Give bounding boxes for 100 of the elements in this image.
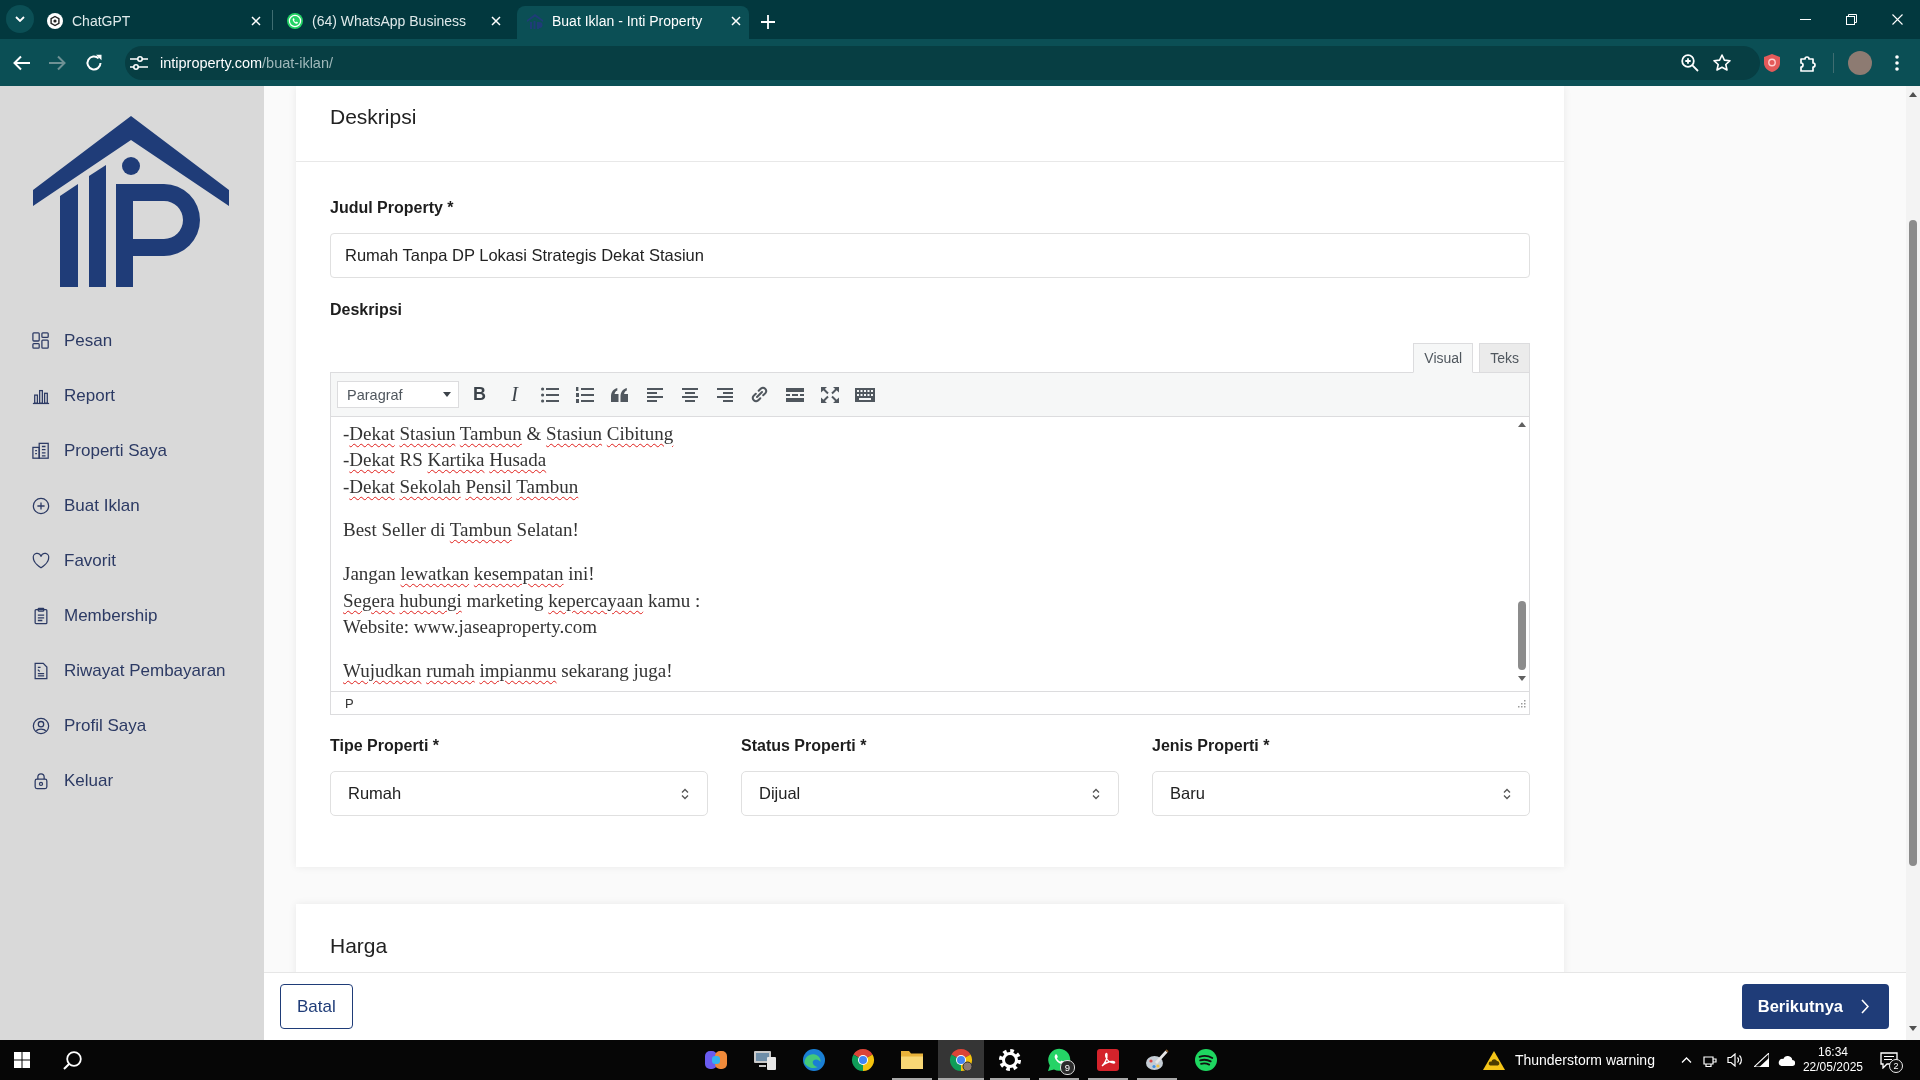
plus-circle-icon [32,496,50,515]
align-left-icon[interactable] [646,387,663,402]
resize-grip-icon[interactable] [1517,698,1526,708]
editor-paragraph: Wujudkan rumah impianmu sekarang juga! [343,658,673,683]
circle-logo-icon [47,13,63,29]
palette-brush-icon [1145,1048,1169,1072]
sidebar-item[interactable]: Report [0,368,124,423]
gear-icon [998,1048,1022,1072]
section-title: Deskripsi [330,104,417,130]
start-icon[interactable] [14,1052,30,1068]
lock-icon [32,771,50,790]
house-logo-icon [527,13,543,29]
chevron-right-icon [1861,999,1869,1014]
chevron-up-icon[interactable] [1680,1057,1692,1063]
folder-icon [900,1048,924,1072]
scrollbar-thumb[interactable] [1909,220,1917,866]
reload-icon[interactable] [85,53,103,72]
network-icon[interactable] [1702,1053,1718,1067]
bold-button[interactable]: B [462,379,497,410]
plus-icon[interactable] [761,15,775,29]
field-label: Deskripsi [330,300,403,320]
section-title: Harga [330,933,388,959]
sidebar-item[interactable]: Pesan [0,313,121,368]
format-select[interactable]: Paragraf [337,381,459,408]
close-icon[interactable] [731,16,741,26]
align-center-icon[interactable] [681,387,698,402]
browser-tab[interactable]: (64) WhatsApp Business [277,6,509,39]
browser-tab[interactable]: Buat Iklan - Inti Property [517,6,749,39]
scroll-up-arrow-icon[interactable] [1909,92,1917,97]
editor-paragraph: Best Seller di Tambun Selatan! [343,518,579,543]
clock-date[interactable]: 22/05/2025 [1802,1060,1863,1075]
align-right-icon[interactable] [716,387,733,402]
keyboard-icon[interactable] [854,387,875,402]
back-arrow-icon[interactable] [13,54,31,71]
volume-icon[interactable] [1726,1053,1743,1067]
zoom-in-icon[interactable] [1681,53,1699,72]
browser-icon [851,1048,875,1072]
sidebar-item[interactable]: Keluar [0,753,122,808]
quote-icon[interactable] [611,387,628,402]
editor-paragraph: Jangan lewatkan kesempatan ini! Segera hubungi marketing kepercayaan kamu : Website: www.jaseaproperty.com [343,562,701,639]
minimize-icon[interactable] [1799,19,1811,20]
document-icon [32,661,50,680]
italic-button[interactable]: I [497,379,532,410]
chevron-updown-icon [681,787,689,800]
address-bar[interactable]: intiproperty.com/buat-iklan/ [125,45,1760,80]
scroll-down-arrow-icon[interactable] [1909,1026,1917,1031]
menu-dots-icon[interactable] [1895,54,1899,71]
close-icon[interactable] [251,16,261,26]
browser-icon [949,1048,973,1072]
bullet-list-icon[interactable] [540,386,559,403]
field-label: Judul Property * [330,198,454,218]
clock-time[interactable]: 16:34 [1817,1045,1848,1060]
link-icon[interactable] [751,386,768,403]
scroll-up-arrow-icon[interactable] [1517,422,1526,427]
fullscreen-icon[interactable] [820,386,839,403]
editor-mode-tab[interactable]: Visual [1413,343,1474,373]
cloud-icon[interactable] [1777,1054,1795,1066]
restore-icon[interactable] [1845,14,1857,25]
building-icon [32,441,50,460]
editor-paragraph: -Dekat Stasiun Tambun & Stasiun Cibitung -Dekat RS Kartika Husada -Dekat Sekolah Pensil Tambun [343,422,674,499]
editor-mode-tab[interactable]: Teks [1479,343,1530,373]
field-label: Jenis Properti * [1152,736,1270,756]
chevron-updown-icon [1092,787,1100,800]
unread-count: 9 [1060,1060,1075,1075]
next-button[interactable]: Berikutnya [1741,984,1889,1029]
notification-icon[interactable] [1880,1051,1898,1069]
cancel-button[interactable]: Batal [280,984,353,1029]
sidebar-item[interactable]: Favorit [0,533,124,588]
numbered-list-icon[interactable] [575,386,594,403]
house-logo-icon [33,116,230,288]
scroll-down-arrow-icon[interactable] [1517,676,1526,681]
heart-icon [32,551,50,570]
chevron-updown-icon [1503,787,1511,800]
sidebar-item[interactable]: Profil Saya [0,698,155,753]
sidebar-item[interactable]: Buat Iklan [0,478,148,533]
grid-icon [32,331,50,350]
star-icon[interactable] [1713,54,1731,71]
wifi-icon[interactable] [1753,1053,1769,1067]
scrollbar-thumb[interactable] [1517,601,1526,670]
sliders-icon[interactable] [130,54,148,71]
select-field[interactable]: Rumah [330,771,708,816]
close-icon[interactable] [1891,14,1903,25]
sidebar-item[interactable]: Membership [0,588,166,643]
taskbar-button[interactable] [938,1040,984,1080]
user-circle-icon [32,716,50,735]
shield-icon[interactable] [1764,53,1780,72]
read-more-icon[interactable] [785,387,804,402]
select-field[interactable]: Baru [1152,771,1530,816]
sidebar-item[interactable]: Properti Saya [0,423,175,478]
title-input[interactable]: Rumah Tanpa DP Lokasi Strategis Dekat Stasiun [330,233,1530,278]
puzzle-icon[interactable] [1800,53,1818,72]
select-field[interactable]: Dijual [741,771,1119,816]
tab-search-button[interactable] [6,5,34,33]
search-icon[interactable] [62,1050,82,1070]
sidebar-item[interactable]: Riwayat Pembayaran [0,643,234,698]
element-path: P [345,695,354,711]
browser-tab[interactable]: ChatGPT [37,6,269,39]
close-icon[interactable] [491,16,501,26]
weather-widget[interactable]: Thunderstorm warning [1482,1050,1655,1070]
devices-icon [753,1048,777,1072]
